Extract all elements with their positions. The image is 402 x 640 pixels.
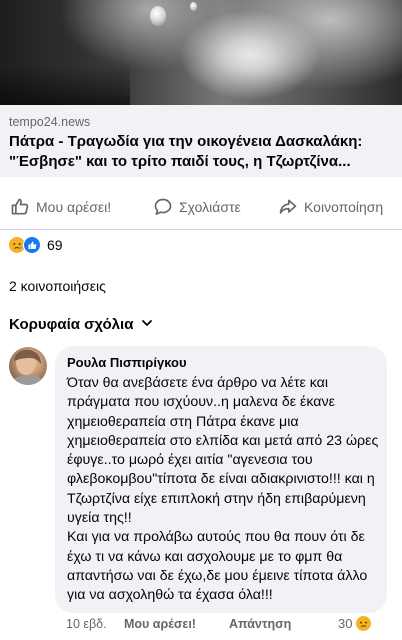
comment-reply-button[interactable]: Απάντηση [229, 617, 291, 631]
comment-label: Σχολιάστε [179, 199, 241, 215]
like-label: Μου αρέσει! [36, 199, 112, 215]
comment-timestamp[interactable]: 10 εβδ. [66, 617, 107, 631]
comment-icon [153, 197, 173, 217]
post-action-bar: Μου αρέσει! Σχολιάστε Κοινοποίηση [0, 185, 402, 230]
share-arrow-icon [278, 197, 298, 217]
image-shadow [0, 65, 130, 105]
comment-reaction-count: 30 [338, 616, 353, 631]
comment-reaction-summary[interactable]: 30 [338, 615, 373, 632]
reaction-count: 69 [47, 237, 63, 253]
comment-like-button[interactable]: Μου αρέσει! [124, 617, 196, 631]
comment-sort-label: Κορυφαία σχόλια [9, 316, 134, 333]
image-highlight [150, 6, 166, 26]
link-preview-card[interactable]: tempo24.news Πάτρα - Τραγωδία για την οι… [0, 105, 402, 177]
comment-bubble[interactable]: Ρουλα Πισπιρίγκου Όταν θα ανεβάσετε ένα … [55, 346, 387, 613]
share-label: Κοινοποίηση [304, 199, 384, 215]
link-domain: tempo24.news [9, 115, 91, 129]
comment-sort-dropdown[interactable]: Κορυφαία σχόλια [9, 316, 153, 333]
link-title[interactable]: Πάτρα - Τραγωδία για την οικογένεια Δασκ… [9, 132, 397, 172]
comment-author[interactable]: Ρουλα Πισπιρίγκου [67, 355, 187, 370]
reaction-summary[interactable]: 69 [8, 236, 63, 254]
sad-emoji-icon [355, 615, 373, 632]
like-emoji-icon [23, 236, 41, 254]
thumbs-up-icon [10, 197, 30, 217]
image-highlight [190, 2, 197, 11]
shares-count[interactable]: 2 κοινοποιήσεις [9, 278, 106, 294]
share-button[interactable]: Κοινοποίηση [278, 197, 383, 217]
avatar[interactable] [9, 347, 47, 385]
like-button[interactable]: Μου αρέσει! [10, 197, 111, 217]
link-preview-image[interactable] [0, 0, 402, 105]
chevron-down-icon [141, 316, 153, 333]
comment-text: Όταν θα ανεβάσετε ένα άρθρο να λέτε και … [67, 375, 379, 604]
comment-button[interactable]: Σχολιάστε [153, 197, 241, 217]
